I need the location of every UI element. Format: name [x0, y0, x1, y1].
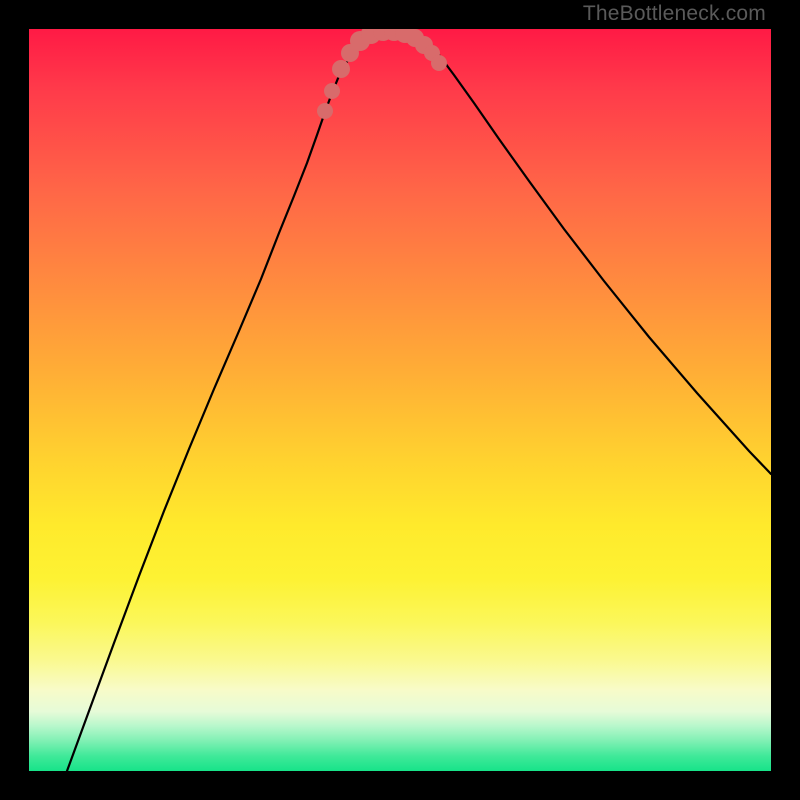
highlight-dot: [332, 60, 350, 78]
highlight-dots: [317, 29, 447, 119]
plot-area: [29, 29, 771, 771]
bottleneck-curve: [67, 31, 771, 771]
highlight-dot: [317, 103, 333, 119]
watermark-text: TheBottleneck.com: [583, 2, 766, 26]
highlight-dot: [431, 55, 447, 71]
chart-svg: [29, 29, 771, 771]
highlight-dot: [324, 83, 340, 99]
chart-frame: TheBottleneck.com: [0, 0, 800, 800]
